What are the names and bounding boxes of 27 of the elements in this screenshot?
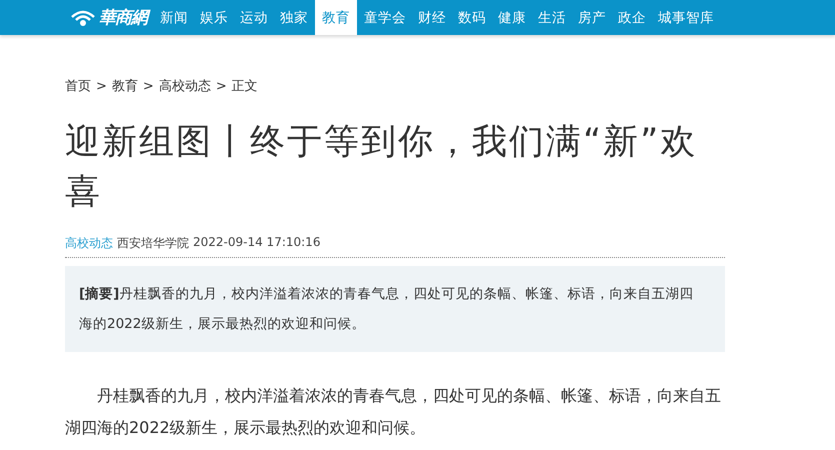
signal-icon bbox=[70, 8, 96, 26]
breadcrumb-separator: > bbox=[216, 78, 227, 94]
breadcrumb-link[interactable]: 高校动态 bbox=[158, 77, 211, 95]
source-text: 西安培华学院 bbox=[117, 235, 189, 252]
nav-link[interactable]: 财经 bbox=[413, 0, 451, 35]
breadcrumb-link[interactable]: 首页 bbox=[65, 77, 91, 95]
nav-link[interactable]: 数码 bbox=[453, 0, 491, 35]
summary-text: [摘要]丹桂飘香的九月，校内洋溢着浓浓的青春气息，四处可见的条幅、帐篷、标语，向来自五湖四海的2022级新生，展示最热烈的欢迎和问候。 bbox=[79, 285, 694, 334]
nav-link[interactable]: 新闻 bbox=[155, 0, 193, 35]
nav-link[interactable]: 教育 bbox=[315, 0, 357, 35]
breadcrumb-separator: > bbox=[142, 78, 154, 94]
article-paragraph: 丹桂飘香的九月，校内洋溢着浓浓的青春气息，四处可见的条幅、帐篷、标语，向来自五湖四海的2022级新生，展示最热烈的欢迎和问候。 bbox=[65, 385, 722, 439]
nav-link[interactable]: 运动 bbox=[235, 0, 273, 35]
article-title: 迎新组图丨终于等到你，我们满“新”欢喜 bbox=[65, 121, 698, 214]
nav-link[interactable]: 童学会 bbox=[359, 0, 411, 35]
nav-link[interactable]: 健康 bbox=[493, 0, 531, 35]
nav-link[interactable]: 娱乐 bbox=[195, 0, 233, 35]
nav-link[interactable]: 房产 bbox=[573, 0, 611, 35]
category-link[interactable]: 高校动态 bbox=[65, 235, 113, 252]
nav-link[interactable]: 生活 bbox=[533, 0, 571, 35]
nav-link[interactable]: 政企 bbox=[613, 0, 651, 35]
publish-time: 2022-09-14 17:10:16 bbox=[193, 235, 320, 251]
nav-link[interactable]: 独家 bbox=[275, 0, 313, 35]
breadcrumb-link[interactable]: 教育 bbox=[112, 77, 138, 95]
current-page-label: 正文 bbox=[232, 78, 258, 95]
nav-link[interactable]: 城事智库 bbox=[653, 0, 719, 35]
breadcrumb-separator: > bbox=[96, 78, 107, 94]
